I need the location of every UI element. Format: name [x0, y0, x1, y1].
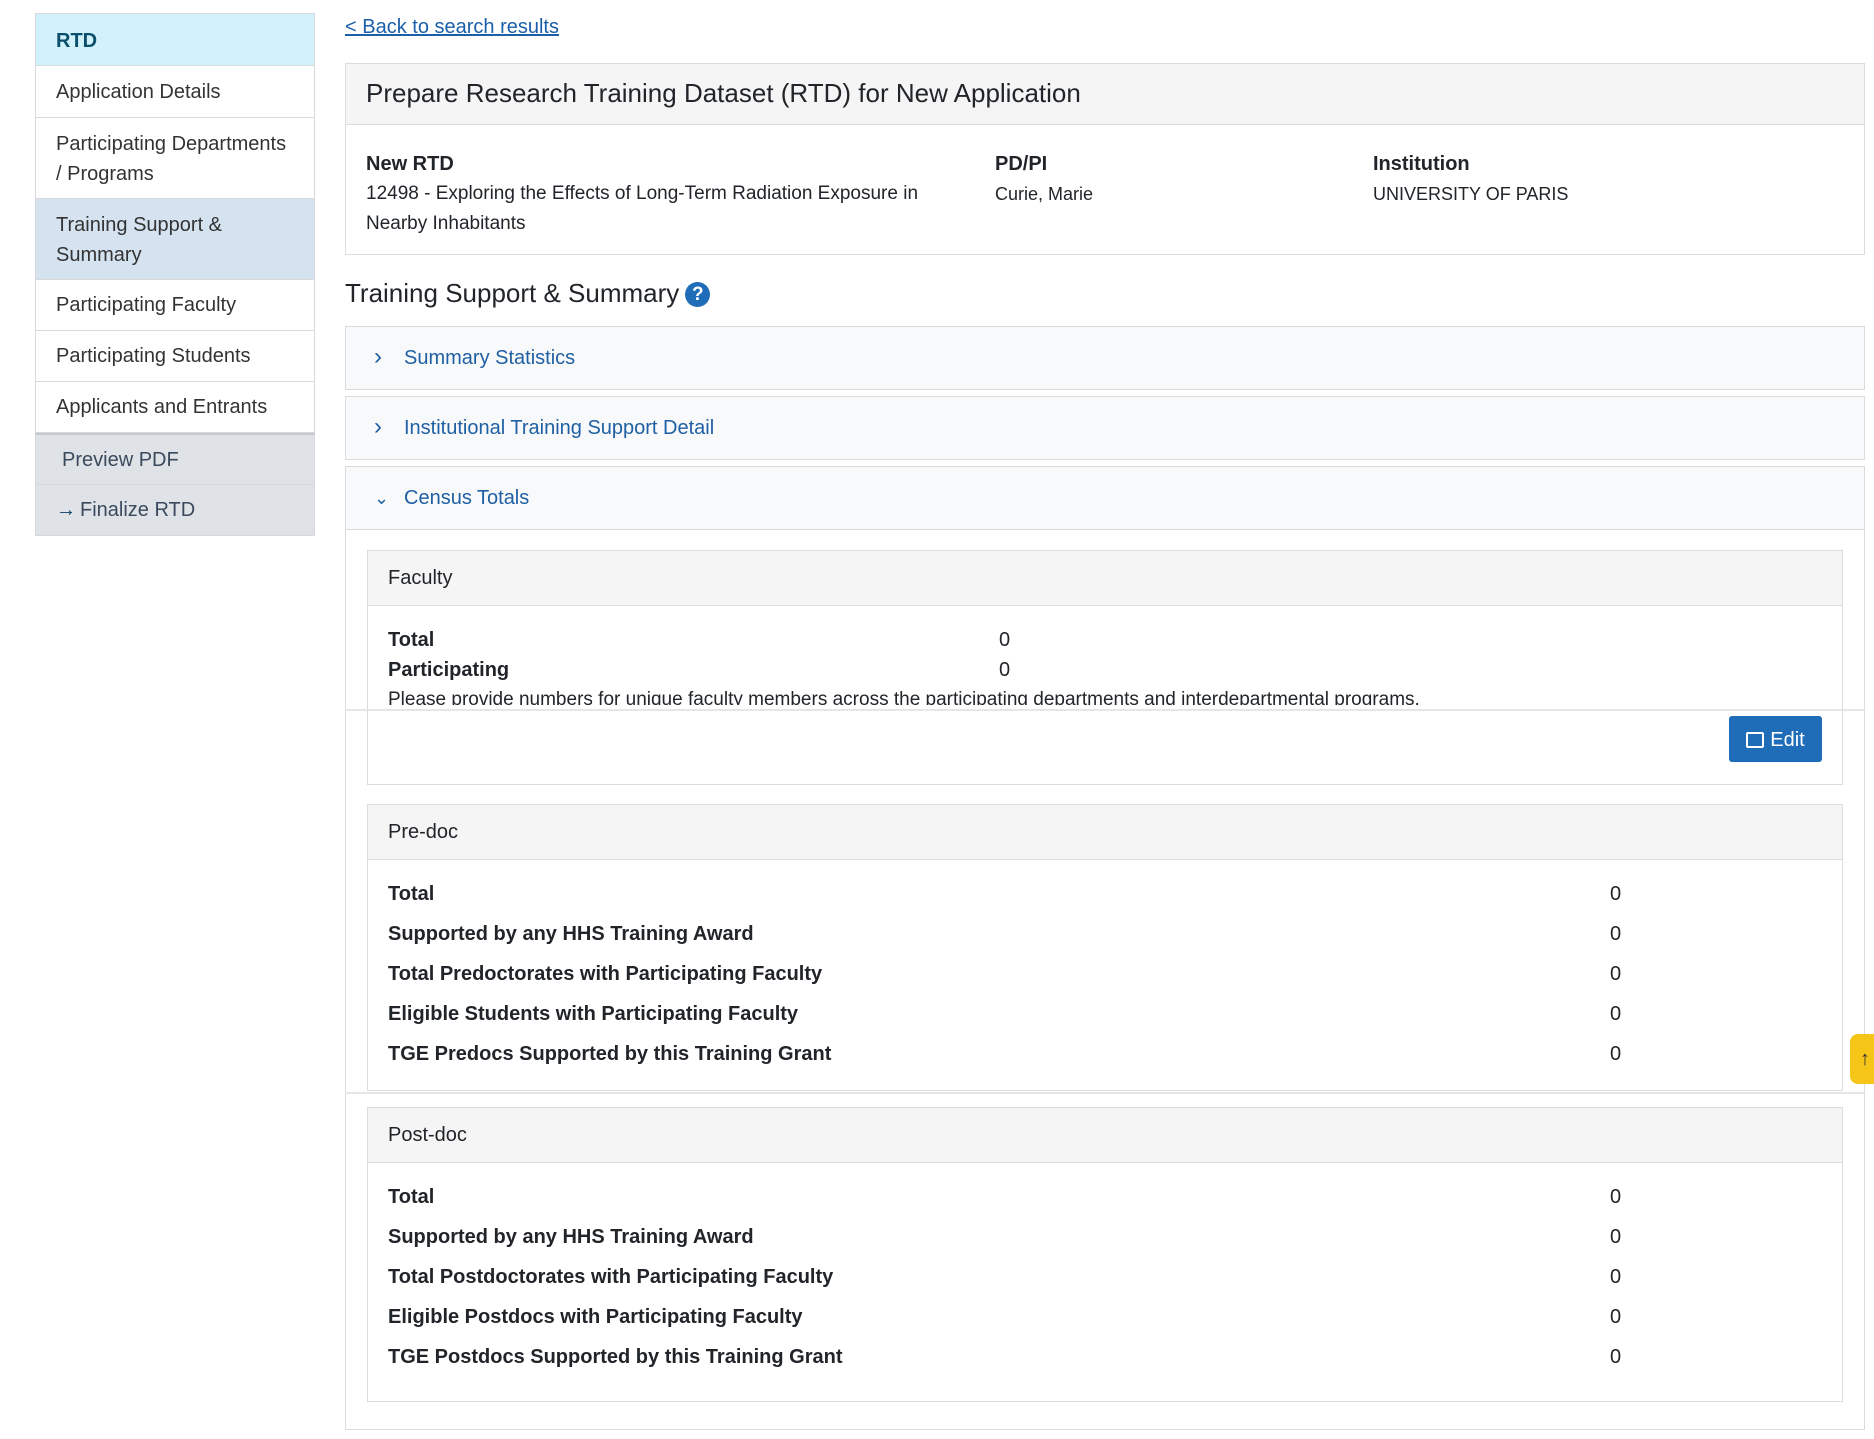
- postdoc-row-value: 0: [1610, 1226, 1622, 1248]
- accordion-summary-statistics[interactable]: › Summary Statistics: [345, 326, 1865, 390]
- predoc-row-value: 0: [1610, 883, 1622, 905]
- faculty-participating-value: 0: [999, 659, 1011, 681]
- postdoc-row-label: Total: [388, 1186, 435, 1208]
- back-to-search-link[interactable]: < Back to search results: [345, 16, 559, 39]
- edit-faculty-button[interactable]: Edit: [1729, 716, 1822, 762]
- institutional-support-toggle[interactable]: › Institutional Training Support Detail: [346, 397, 1864, 457]
- edit-icon: [1746, 732, 1765, 748]
- page-title: Prepare Research Training Dataset (RTD) …: [346, 64, 1864, 125]
- rtd-info: New RTD 12498 - Exploring the Effects of…: [366, 149, 966, 239]
- predoc-row-label: Supported by any HHS Training Award: [388, 923, 754, 945]
- institution-value: UNIVERSITY OF PARIS: [1373, 184, 1569, 204]
- postdoc-row-label: Eligible Postdocs with Participating Fac…: [388, 1306, 803, 1328]
- faculty-note: Please provide numbers for unique facult…: [388, 689, 1420, 705]
- predoc-row-value: 0: [1610, 923, 1622, 945]
- faculty-participating-label: Participating: [388, 659, 510, 681]
- chevron-down-icon: ⌄: [374, 488, 390, 508]
- predoc-row-value: 0: [1610, 1043, 1622, 1065]
- sidebar-item-applicants-entrants[interactable]: Applicants and Entrants: [35, 382, 315, 433]
- pdpi-label: PD/PI: [995, 153, 1048, 175]
- summary-statistics-toggle[interactable]: › Summary Statistics: [346, 327, 1864, 387]
- sidebar-nav: RTD Application Details Participating De…: [35, 13, 315, 536]
- postdoc-title: Post-doc: [368, 1108, 1842, 1163]
- institution-info: Institution UNIVERSITY OF PARIS: [1373, 149, 1773, 209]
- pdpi-value: Curie, Marie: [995, 184, 1094, 204]
- arrow-up-icon[interactable]: ↑: [1850, 1034, 1874, 1084]
- accordion-census-totals: ⌄ Census Totals Faculty Total 0 Participa…: [345, 466, 1865, 1430]
- predoc-row-label: Eligible Students with Participating Fac…: [388, 1003, 799, 1025]
- predoc-row-label: Total: [388, 883, 435, 905]
- divider: [345, 1092, 1865, 1094]
- faculty-total-value: 0: [999, 629, 1011, 651]
- predoc-row-value: 0: [1610, 963, 1622, 985]
- postdoc-row-value: 0: [1610, 1186, 1622, 1208]
- summary-statistics-label: Summary Statistics: [404, 347, 576, 369]
- predoc-row-label: Total Predoctorates with Participating F…: [388, 963, 823, 985]
- postdoc-row-label: Supported by any HHS Training Award: [388, 1226, 754, 1248]
- chevron-right-icon: ›: [374, 413, 382, 440]
- sidebar-item-participating-departments[interactable]: Participating Departments / Programs: [35, 118, 315, 199]
- chevron-right-icon: ›: [374, 343, 382, 370]
- census-totals-toggle[interactable]: ⌄ Census Totals: [346, 467, 1864, 530]
- edit-label: Edit: [1770, 729, 1805, 751]
- section-title-text: Training Support & Summary: [345, 278, 680, 308]
- sidebar-item-training-support[interactable]: Training Support & Summary: [35, 199, 315, 280]
- predoc-row-value: 0: [1610, 1003, 1622, 1025]
- rtd-value: 12498 - Exploring the Effects of Long-Te…: [366, 183, 919, 234]
- institution-label: Institution: [1373, 153, 1470, 175]
- arrow-right-icon: →: [56, 499, 76, 521]
- finalize-rtd-label: Finalize RTD: [80, 499, 196, 521]
- postdoc-panel: Post-doc Total 0 Supported by any HHS Tr…: [367, 1107, 1843, 1402]
- section-title: Training Support & Summary?: [345, 275, 711, 311]
- sidebar-item-participating-faculty[interactable]: Participating Faculty: [35, 280, 315, 331]
- faculty-total-label: Total: [388, 629, 435, 651]
- faculty-title: Faculty: [368, 551, 1842, 606]
- pdpi-info: PD/PI Curie, Marie: [995, 149, 1325, 209]
- question-circle-icon[interactable]: ?: [685, 282, 711, 307]
- rtd-label: New RTD: [366, 153, 454, 175]
- postdoc-row-value: 0: [1610, 1346, 1622, 1368]
- postdoc-row-label: TGE Postdocs Supported by this Training …: [388, 1346, 843, 1368]
- institutional-support-label: Institutional Training Support Detail: [404, 417, 715, 439]
- postdoc-row-value: 0: [1610, 1266, 1622, 1288]
- accordion-institutional-support[interactable]: › Institutional Training Support Detail: [345, 396, 1865, 460]
- finalize-rtd-button[interactable]: → Finalize RTD: [35, 485, 315, 536]
- sidebar-header[interactable]: RTD: [35, 13, 315, 66]
- preview-pdf-button[interactable]: Preview PDF: [35, 433, 315, 485]
- predoc-row-label: TGE Predocs Supported by this Training G…: [388, 1043, 832, 1065]
- postdoc-row-label: Total Postdoctorates with Participating …: [388, 1266, 834, 1288]
- postdoc-row-value: 0: [1610, 1306, 1622, 1328]
- sidebar-item-application-details[interactable]: Application Details: [35, 66, 315, 118]
- application-info-card: Prepare Research Training Dataset (RTD) …: [345, 63, 1865, 255]
- faculty-panel: Faculty Total 0 Participating 0 Please p…: [367, 550, 1843, 785]
- predoc-panel: Pre-doc Total 0 Supported by any HHS Tra…: [367, 804, 1843, 1091]
- divider: [345, 709, 1865, 711]
- predoc-title: Pre-doc: [368, 805, 1842, 860]
- sidebar-item-participating-students[interactable]: Participating Students: [35, 331, 315, 382]
- census-totals-label: Census Totals: [404, 487, 530, 509]
